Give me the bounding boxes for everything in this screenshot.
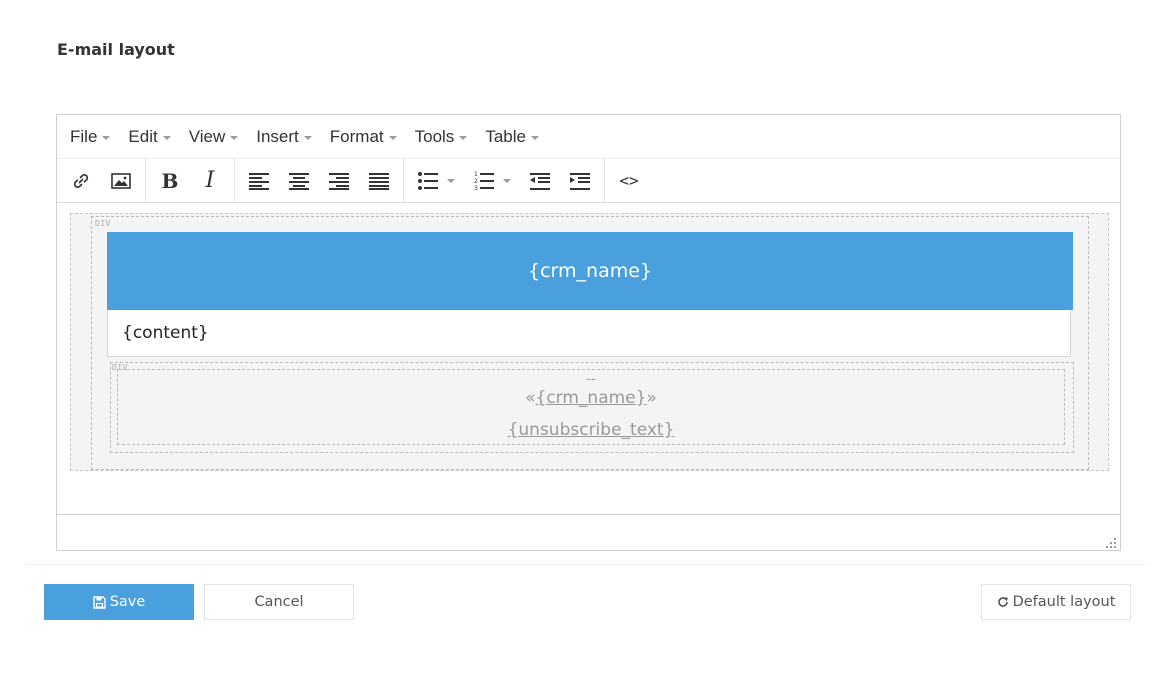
- layout-container-div: DIV {crm_name} {content} DIV -- «{crm_na…: [91, 216, 1089, 470]
- chevron-down-icon: [303, 135, 312, 140]
- outdent-icon: [530, 172, 550, 190]
- email-header-block[interactable]: {crm_name}: [107, 232, 1073, 310]
- menu-insert[interactable]: Insert: [247, 127, 321, 147]
- svg-text:3: 3: [474, 185, 478, 191]
- source-code-button[interactable]: <>: [609, 163, 649, 199]
- source-code-icon: <>: [619, 171, 639, 190]
- toolbar-group-lists: 123: [404, 159, 605, 202]
- align-right-button[interactable]: [319, 163, 359, 199]
- floppy-disk-icon: [93, 595, 106, 609]
- menu-format[interactable]: Format: [321, 127, 406, 147]
- chevron-down-icon: [102, 135, 111, 140]
- editor-content-area[interactable]: DIV {crm_name} {content} DIV -- «{crm_na…: [57, 203, 1120, 513]
- layout-wrapper-div: DIV {crm_name} {content} DIV -- «{crm_na…: [70, 213, 1109, 471]
- align-justify-icon: [369, 172, 389, 190]
- menu-table[interactable]: Table: [476, 127, 548, 147]
- page-title: E-mail layout: [57, 40, 175, 59]
- bullet-list-icon: [417, 171, 438, 190]
- cancel-button[interactable]: Cancel: [204, 584, 354, 620]
- align-right-icon: [329, 172, 349, 190]
- menu-label: View: [188, 126, 226, 146]
- chevron-down-icon: [230, 135, 239, 140]
- save-label: Save: [109, 594, 146, 610]
- menu-view[interactable]: View: [180, 127, 248, 147]
- footer-signature: «{crm_name}»: [118, 388, 1064, 408]
- chevron-down-icon: [530, 135, 539, 140]
- align-justify-button[interactable]: [359, 163, 399, 199]
- bullet-list-button[interactable]: [408, 163, 464, 199]
- default-layout-button[interactable]: Default layout: [981, 584, 1131, 620]
- toolbar-group-code: <>: [605, 159, 653, 202]
- menu-label: Format: [329, 126, 384, 146]
- chevron-down-icon: [502, 178, 511, 183]
- menu-label: File: [70, 126, 98, 146]
- svg-text:2: 2: [474, 178, 478, 185]
- header-placeholder: {crm_name}: [528, 260, 652, 282]
- email-footer-div: -- «{crm_name}» {unsubscribe_text}: [110, 362, 1074, 453]
- chevron-down-icon: [162, 135, 171, 140]
- menu-label: Edit: [128, 126, 158, 146]
- div-tag-label: DIV: [95, 219, 111, 228]
- chevron-down-icon: [388, 135, 397, 140]
- toolbar-group-format: B I: [146, 159, 235, 202]
- menu-edit[interactable]: Edit: [119, 127, 179, 147]
- footer-unsubscribe: {unsubscribe_text}: [118, 420, 1064, 440]
- footer-crm-name-link[interactable]: {crm_name}: [536, 388, 647, 408]
- resize-handle-icon[interactable]: [1106, 538, 1116, 548]
- link-icon: [73, 173, 89, 188]
- toolbar-group-align: [235, 159, 404, 202]
- footer-open-quote: «: [525, 388, 536, 408]
- svg-text:1: 1: [474, 171, 478, 178]
- menu-tools[interactable]: Tools: [406, 127, 477, 147]
- menu-file[interactable]: File: [61, 127, 119, 147]
- cancel-label: Cancel: [254, 594, 304, 610]
- outdent-button[interactable]: [520, 163, 560, 199]
- align-center-icon: [289, 172, 309, 190]
- numbered-list-icon: 123: [474, 171, 494, 191]
- email-footer-inner[interactable]: -- «{crm_name}» {unsubscribe_text}: [117, 369, 1065, 445]
- save-button[interactable]: Save: [44, 584, 194, 620]
- rich-text-editor: File Edit View Insert Format Tools Table…: [56, 114, 1121, 551]
- editor-toolbar: B I 123 <>: [57, 159, 1120, 203]
- align-left-icon: [249, 172, 269, 190]
- editor-statusbar: [57, 514, 1120, 551]
- menu-label: Tools: [414, 126, 455, 146]
- align-center-button[interactable]: [279, 163, 319, 199]
- menu-label: Insert: [256, 126, 299, 146]
- image-icon: [111, 172, 131, 189]
- footer-separator: --: [586, 372, 596, 387]
- unsubscribe-link[interactable]: {unsubscribe_text}: [508, 420, 675, 440]
- bold-button[interactable]: B: [150, 163, 190, 199]
- insert-image-button[interactable]: [101, 163, 141, 199]
- italic-button[interactable]: I: [190, 163, 230, 199]
- align-left-button[interactable]: [239, 163, 279, 199]
- content-placeholder: {content}: [122, 323, 209, 343]
- italic-icon: I: [205, 168, 215, 193]
- divider: [25, 564, 1150, 565]
- chevron-down-icon: [459, 135, 468, 140]
- indent-button[interactable]: [560, 163, 600, 199]
- indent-icon: [570, 172, 590, 190]
- toolbar-group-insert: [57, 159, 146, 202]
- email-content-block[interactable]: {content}: [107, 310, 1071, 357]
- insert-link-button[interactable]: [61, 163, 101, 199]
- default-layout-label: Default layout: [1012, 594, 1116, 610]
- chevron-down-icon: [446, 178, 455, 183]
- footer-close-quote: »: [646, 388, 657, 408]
- bold-icon: B: [161, 168, 179, 193]
- numbered-list-button[interactable]: 123: [464, 163, 520, 199]
- refresh-icon: [997, 596, 1009, 608]
- editor-menubar: File Edit View Insert Format Tools Table: [57, 115, 1120, 159]
- menu-label: Table: [485, 126, 526, 146]
